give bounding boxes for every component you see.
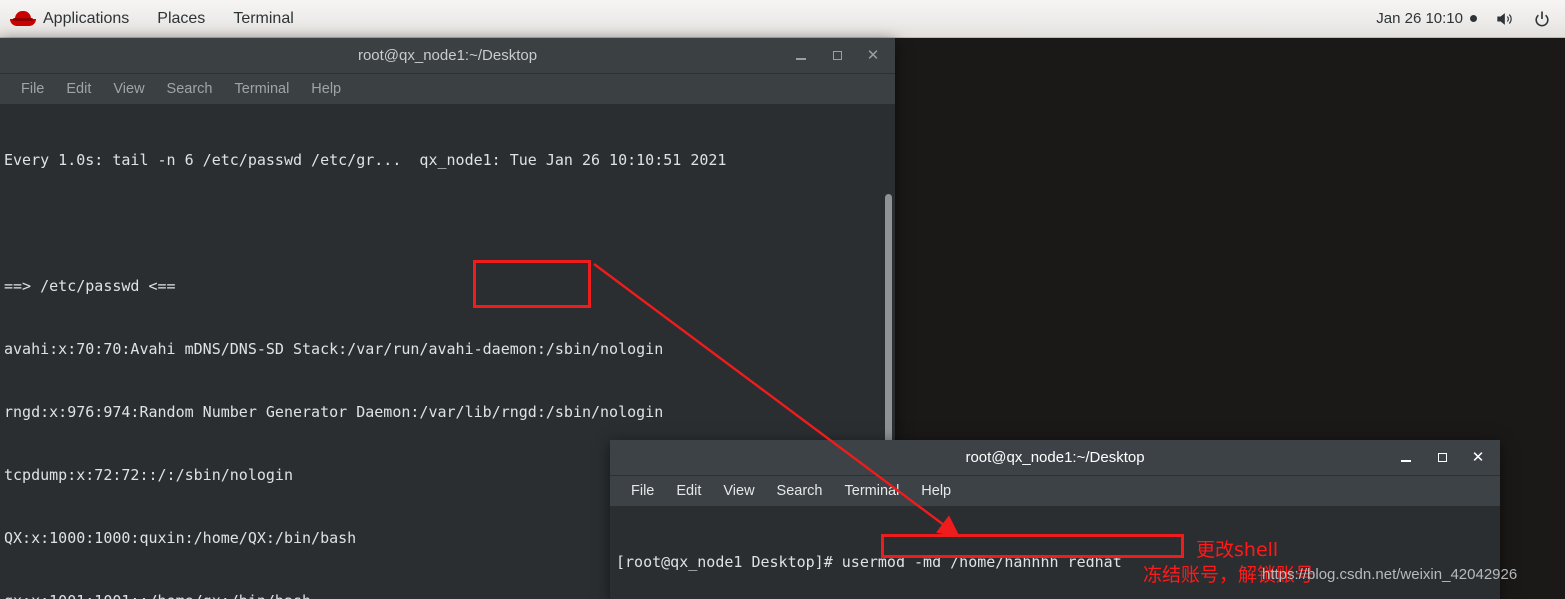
maximize-button[interactable] bbox=[829, 48, 845, 64]
close-icon: ✕ bbox=[1471, 449, 1485, 466]
menu-edit[interactable]: Edit bbox=[55, 81, 102, 97]
window1-menubar: File Edit View Search Terminal Help bbox=[0, 74, 895, 104]
menu-view[interactable]: View bbox=[102, 81, 155, 97]
menu-search[interactable]: Search bbox=[156, 81, 224, 97]
clock-area[interactable]: Jan 26 10:10 bbox=[1376, 10, 1477, 27]
watermark-text: https://blog.csdn.net/weixin_42042926 bbox=[1262, 566, 1518, 583]
volume-icon[interactable] bbox=[1493, 8, 1515, 30]
annotation-highlight-command bbox=[881, 534, 1184, 558]
maximize-button[interactable] bbox=[1434, 450, 1450, 466]
window2-titlebar[interactable]: root@qx_node1:~/Desktop ✕ bbox=[610, 440, 1500, 476]
window2-menubar: File Edit View Search Terminal Help bbox=[610, 476, 1500, 506]
menu-file[interactable]: File bbox=[10, 81, 55, 97]
places-menu-label: Places bbox=[157, 9, 206, 27]
close-icon: ✕ bbox=[866, 47, 880, 64]
menu-help[interactable]: Help bbox=[910, 483, 962, 499]
terminal-line: rngd:x:976:974:Random Number Generator D… bbox=[4, 403, 664, 421]
menu-file[interactable]: File bbox=[620, 483, 665, 499]
top-panel-right-group: Jan 26 10:10 bbox=[1376, 0, 1565, 37]
minimize-button[interactable] bbox=[1398, 450, 1414, 466]
applications-menu-label: Applications bbox=[43, 9, 130, 27]
terminal-line: avahi:x:70:70:Avahi mDNS/DNS-SD Stack:/v… bbox=[4, 340, 664, 358]
terminal-menu-label: Terminal bbox=[233, 9, 294, 27]
window2-controls: ✕ bbox=[1398, 450, 1500, 466]
applications-menu[interactable]: Applications bbox=[0, 0, 143, 37]
close-button[interactable]: ✕ bbox=[1470, 450, 1486, 466]
menu-view[interactable]: View bbox=[712, 483, 765, 499]
clock-label: Jan 26 10:10 bbox=[1376, 10, 1463, 27]
terminal-line: Every 1.0s: tail -n 6 /etc/passwd /etc/g… bbox=[4, 151, 727, 169]
menu-search[interactable]: Search bbox=[766, 483, 834, 499]
top-panel-left-group: Applications Places Terminal bbox=[0, 0, 308, 37]
close-button[interactable]: ✕ bbox=[865, 48, 881, 64]
annotation-highlight-shell bbox=[473, 260, 591, 308]
notification-dot-icon bbox=[1470, 15, 1477, 22]
power-icon[interactable] bbox=[1531, 8, 1553, 30]
terminal-menu[interactable]: Terminal bbox=[219, 0, 307, 37]
redhat-logo-icon bbox=[10, 10, 36, 28]
window1-controls: ✕ bbox=[793, 48, 895, 64]
menu-edit[interactable]: Edit bbox=[665, 483, 712, 499]
window2-title: root@qx_node1:~/Desktop bbox=[965, 449, 1145, 466]
menu-terminal[interactable]: Terminal bbox=[224, 81, 301, 97]
window1-title: root@qx_node1:~/Desktop bbox=[357, 47, 538, 64]
minimize-button[interactable] bbox=[793, 48, 809, 64]
annotation-label-shell: 更改shell bbox=[1196, 539, 1279, 561]
terminal-line: ==> /etc/passwd <== bbox=[4, 277, 176, 295]
menu-help[interactable]: Help bbox=[300, 81, 352, 97]
places-menu[interactable]: Places bbox=[143, 0, 219, 37]
gnome-top-panel: Applications Places Terminal Jan 26 10:1… bbox=[0, 0, 1565, 38]
menu-terminal[interactable]: Terminal bbox=[834, 483, 911, 499]
window1-titlebar[interactable]: root@qx_node1:~/Desktop ✕ bbox=[0, 38, 895, 74]
